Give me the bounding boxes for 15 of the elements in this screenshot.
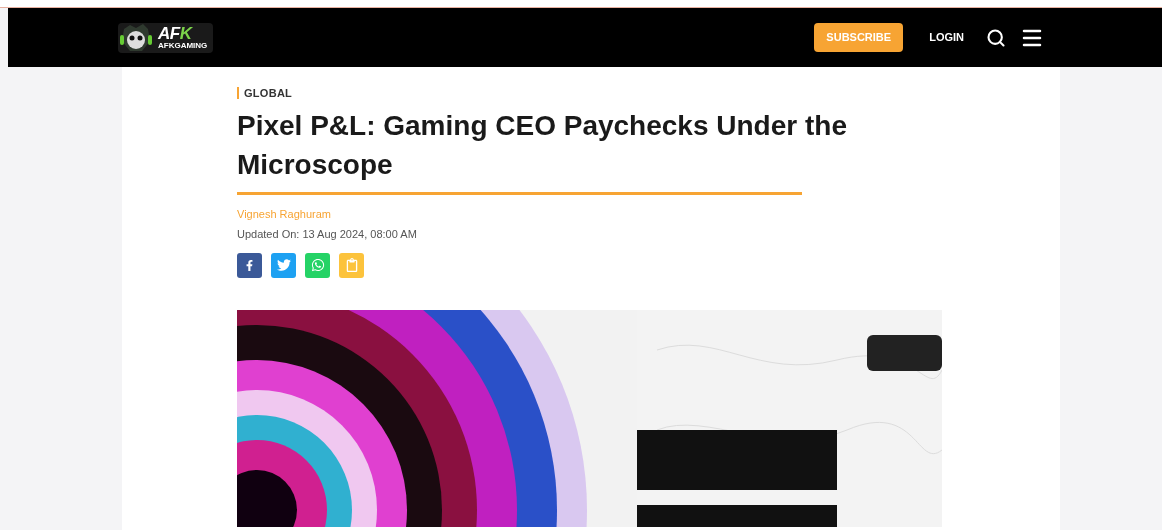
bird-icon — [276, 258, 291, 272]
article-title: Pixel P&L: Gaming CEO Paychecks Under the Microscope — [237, 108, 848, 182]
chat-bubble-icon — [310, 258, 325, 272]
search-icon[interactable] — [986, 27, 1006, 48]
site-logo[interactable]: AFK AFKGAMING — [118, 22, 214, 53]
logo-subtitle: AFKGAMING — [158, 42, 208, 50]
monkey-headphones-icon — [118, 22, 154, 53]
login-link[interactable]: LOGIN — [929, 29, 964, 46]
category-label[interactable]: GLOBAL — [244, 85, 293, 102]
clipboard-icon — [344, 258, 359, 272]
logo-wordmark: AFK — [158, 25, 194, 42]
updated-date: Updated On: 13 Aug 2024, 08:00 AM — [237, 227, 418, 242]
facebook-icon — [244, 259, 255, 271]
twitter-share-button[interactable] — [271, 252, 296, 278]
facebook-share-button[interactable] — [237, 252, 262, 278]
